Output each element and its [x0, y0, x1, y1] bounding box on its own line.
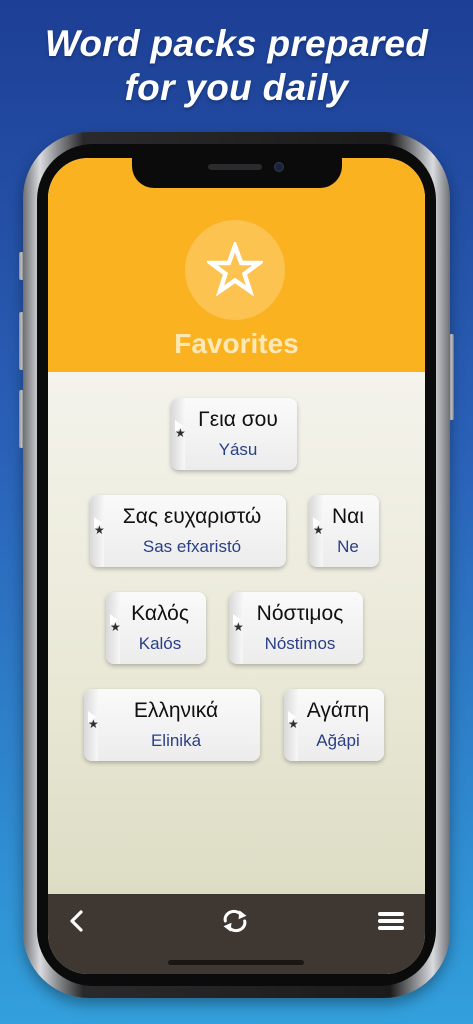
back-chevron-icon: [70, 910, 83, 932]
favorites-header: Favorites: [48, 158, 425, 372]
greek-word: Ελληνικά: [133, 699, 219, 722]
transliteration: Ne: [337, 537, 359, 556]
promo-headline: Word packs prepared for you daily: [0, 22, 473, 110]
back-button[interactable]: [62, 906, 92, 936]
greek-word: Αγάπη: [306, 699, 370, 722]
greek-word: Ναι: [332, 505, 364, 528]
favorites-badge: [185, 220, 285, 320]
bottom-toolbar: [48, 894, 425, 974]
refresh-button[interactable]: [220, 906, 250, 936]
word-card[interactable]: ★ Καλός Kalós: [106, 592, 206, 664]
transliteration: Ağápi: [316, 731, 360, 750]
menu-button[interactable]: [376, 906, 406, 936]
transliteration: Sas efxaristó: [142, 537, 242, 556]
word-card[interactable]: ★ Ναι Ne: [309, 495, 379, 567]
greek-word: Σας ευχαριστώ: [122, 505, 262, 528]
front-camera: [274, 162, 284, 172]
word-card[interactable]: ★ Ελληνικά Eliniká: [84, 689, 260, 761]
star-icon: [207, 242, 263, 297]
earpiece-speaker: [208, 164, 262, 170]
menu-icon: [378, 912, 404, 930]
page-title: Favorites: [174, 328, 299, 359]
word-card[interactable]: ★ Νόστιμος Nóstimos: [229, 592, 363, 664]
home-indicator[interactable]: [168, 960, 304, 965]
transliteration: Yásu: [218, 440, 258, 459]
word-card[interactable]: ★ Γεια σου Yásu: [171, 398, 297, 470]
promo-headline-line1: Word packs prepared: [44, 23, 429, 64]
promo-headline-line2: for you daily: [124, 67, 349, 108]
word-card[interactable]: ★ Αγάπη Ağápi: [284, 689, 384, 761]
transliteration: Nóstimos: [264, 634, 336, 653]
word-card[interactable]: ★ Σας ευχαριστώ Sas efxaristó: [90, 495, 286, 567]
greek-word: Γεια σου: [198, 408, 278, 431]
refresh-icon: [223, 909, 247, 933]
greek-word: Νόστιμος: [256, 602, 344, 625]
greek-word: Καλός: [131, 602, 189, 625]
word-cards-area: ★ Γεια σου Yásu ★ Σας ευχαριστώ Sas efxa…: [48, 372, 425, 894]
transliteration: Eliniká: [150, 731, 202, 750]
app-screen: Favorites ★ Γεια σου Yásu ★ Σας ευχαριστ…: [48, 158, 425, 974]
phone-notch: [132, 158, 342, 188]
transliteration: Kalós: [138, 634, 182, 653]
